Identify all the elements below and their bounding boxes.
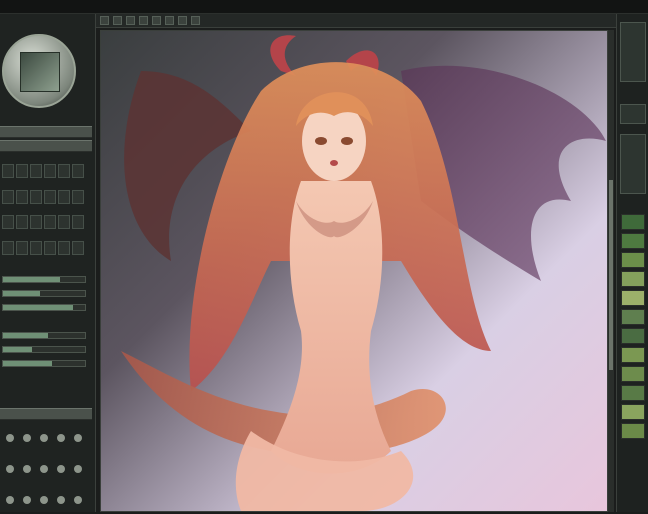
brush-icon[interactable] bbox=[16, 240, 28, 255]
slider-fill bbox=[3, 305, 73, 310]
left-panel bbox=[0, 14, 96, 512]
color-dot-icon[interactable] bbox=[56, 496, 65, 505]
color-dot-icon[interactable] bbox=[6, 433, 15, 442]
color-swatch[interactable] bbox=[621, 366, 645, 382]
slider-fill bbox=[3, 291, 40, 296]
brush-icon[interactable] bbox=[16, 189, 28, 204]
color-dot-icon[interactable] bbox=[39, 496, 48, 505]
color-dot-icon[interactable] bbox=[73, 464, 82, 473]
color-swatch[interactable] bbox=[621, 309, 645, 325]
brush-icon[interactable] bbox=[58, 189, 70, 204]
navigator-icon[interactable] bbox=[2, 34, 76, 108]
brush-icon[interactable] bbox=[2, 189, 14, 204]
property-slider[interactable] bbox=[2, 346, 86, 353]
canvas-scrollbar[interactable] bbox=[608, 30, 614, 512]
brush-icon[interactable] bbox=[30, 215, 42, 229]
color-dot-icon[interactable] bbox=[6, 464, 15, 473]
color-dot-icon[interactable] bbox=[39, 464, 48, 473]
color-dot-icon[interactable] bbox=[56, 464, 65, 473]
brush-icon[interactable] bbox=[30, 164, 42, 178]
mouth bbox=[330, 160, 338, 166]
brush-palette bbox=[2, 164, 84, 264]
left-eye bbox=[315, 137, 327, 145]
brush-icon[interactable] bbox=[30, 240, 42, 255]
color-dot-icon[interactable] bbox=[23, 496, 32, 505]
color-dot-grid bbox=[4, 424, 84, 514]
panel-header[interactable] bbox=[0, 140, 92, 152]
color-dot-icon[interactable] bbox=[39, 433, 48, 442]
color-swatch[interactable] bbox=[621, 404, 645, 420]
brush-icon[interactable] bbox=[44, 189, 56, 204]
tool-options-bar bbox=[96, 14, 616, 28]
toolbar-button[interactable] bbox=[165, 16, 174, 25]
property-slider[interactable] bbox=[2, 360, 86, 367]
property-slider[interactable] bbox=[2, 290, 86, 297]
color-dot-icon[interactable] bbox=[23, 464, 32, 473]
brush-icon[interactable] bbox=[44, 164, 56, 178]
scrollbar-thumb[interactable] bbox=[609, 180, 613, 370]
toolbar-button[interactable] bbox=[100, 16, 109, 25]
brush-icon[interactable] bbox=[72, 240, 84, 255]
slider-fill bbox=[3, 277, 61, 282]
color-dot-icon[interactable] bbox=[73, 496, 82, 505]
right-eye bbox=[341, 137, 353, 145]
brush-icon[interactable] bbox=[72, 189, 84, 204]
brush-icon[interactable] bbox=[72, 164, 84, 178]
color-dot-icon[interactable] bbox=[73, 433, 82, 442]
toolbar-button[interactable] bbox=[191, 16, 200, 25]
menu-bar bbox=[0, 0, 648, 14]
drawing-canvas[interactable] bbox=[100, 30, 608, 512]
color-swatch-column bbox=[621, 214, 645, 439]
color-swatch[interactable] bbox=[621, 423, 645, 439]
brush-icon[interactable] bbox=[30, 189, 42, 204]
right-panel bbox=[616, 14, 648, 512]
color-swatch[interactable] bbox=[621, 252, 645, 268]
panel-block[interactable] bbox=[620, 22, 646, 82]
brush-icon[interactable] bbox=[16, 164, 28, 178]
slider-fill bbox=[3, 347, 32, 352]
color-swatch[interactable] bbox=[621, 347, 645, 363]
property-slider[interactable] bbox=[2, 304, 86, 311]
color-dot-icon[interactable] bbox=[56, 433, 65, 442]
brush-icon[interactable] bbox=[44, 215, 56, 229]
illustration bbox=[121, 35, 606, 511]
panel-header[interactable] bbox=[0, 408, 92, 420]
brush-icon[interactable] bbox=[16, 215, 28, 229]
slider-fill bbox=[3, 361, 53, 366]
slider-fill bbox=[3, 333, 49, 338]
toolbar-button[interactable] bbox=[178, 16, 187, 25]
color-dot-icon[interactable] bbox=[6, 496, 15, 505]
brush-icon[interactable] bbox=[58, 215, 70, 229]
panel-block[interactable] bbox=[620, 134, 646, 194]
color-swatch[interactable] bbox=[621, 328, 645, 344]
color-dot-icon[interactable] bbox=[23, 433, 32, 442]
color-swatch[interactable] bbox=[621, 385, 645, 401]
brush-icon[interactable] bbox=[2, 215, 14, 229]
brush-icon[interactable] bbox=[44, 240, 56, 255]
color-swatch[interactable] bbox=[621, 233, 645, 249]
color-swatch[interactable] bbox=[621, 290, 645, 306]
toolbar-button[interactable] bbox=[139, 16, 148, 25]
property-slider[interactable] bbox=[2, 332, 86, 339]
brush-icon[interactable] bbox=[58, 240, 70, 255]
toolbar-button[interactable] bbox=[126, 16, 135, 25]
brush-icon[interactable] bbox=[2, 164, 14, 178]
panel-header[interactable] bbox=[0, 126, 92, 138]
property-slider[interactable] bbox=[2, 276, 86, 283]
toolbar-button[interactable] bbox=[113, 16, 122, 25]
color-swatch[interactable] bbox=[621, 271, 645, 287]
panel-block[interactable] bbox=[620, 104, 646, 124]
brush-icon[interactable] bbox=[58, 164, 70, 178]
navigator-thumbnail bbox=[20, 52, 60, 92]
toolbar-button[interactable] bbox=[152, 16, 161, 25]
color-swatch[interactable] bbox=[621, 214, 645, 230]
left-horn bbox=[270, 35, 296, 76]
brush-icon[interactable] bbox=[2, 240, 14, 255]
brush-icon[interactable] bbox=[72, 215, 84, 229]
